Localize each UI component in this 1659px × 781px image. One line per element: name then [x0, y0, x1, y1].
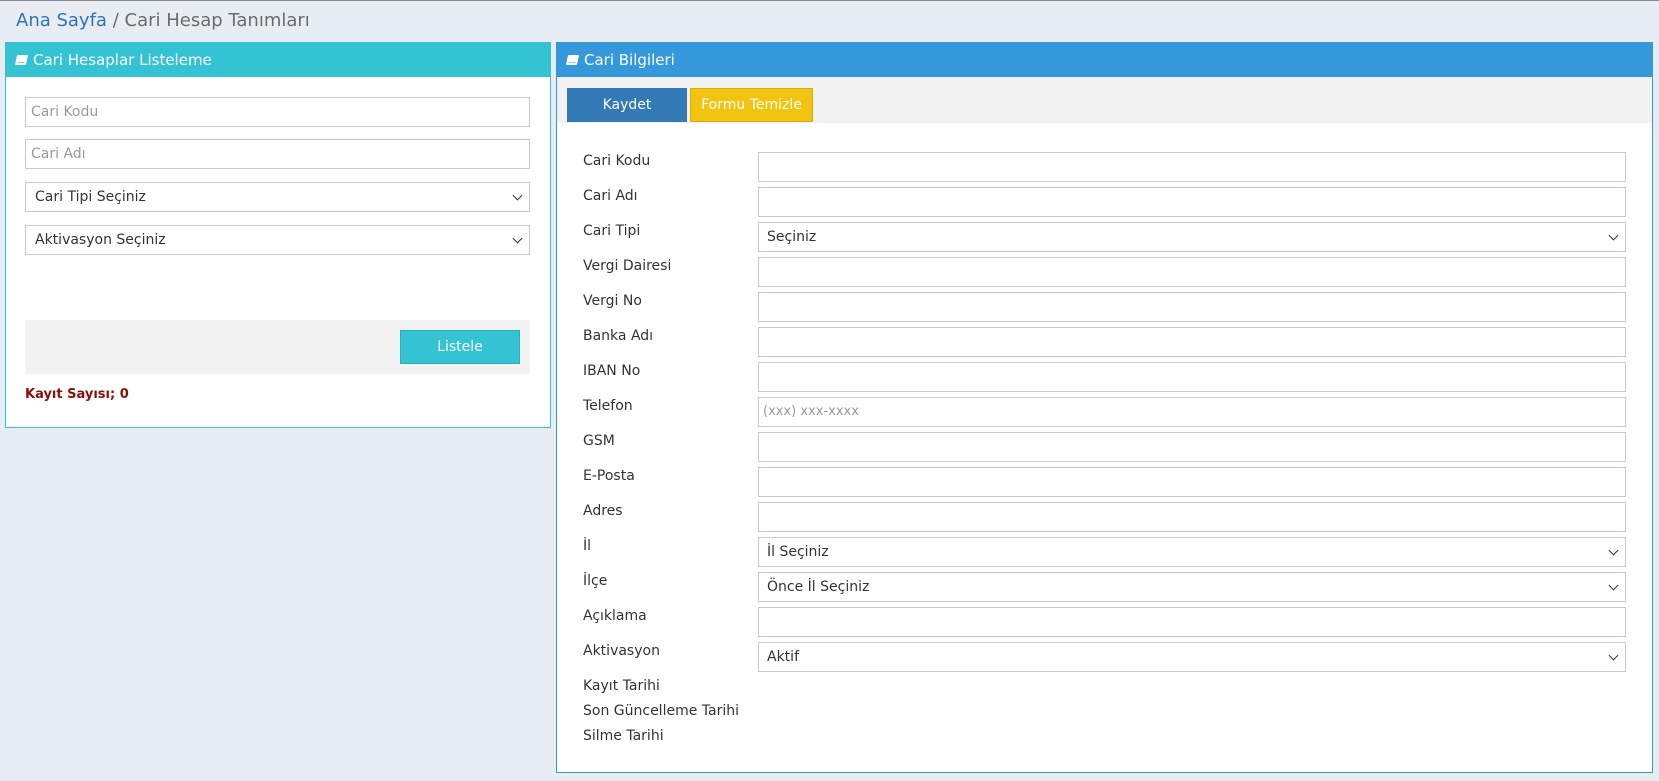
label-son-guncelleme-tarihi: Son Güncelleme Tarihi: [583, 703, 739, 719]
filter-cari-tipi-select[interactable]: Cari Tipi Seçiniz: [25, 182, 530, 212]
ilce-select[interactable]: Önce İl Seçiniz: [758, 572, 1626, 602]
label-ilce: İlçe: [583, 573, 608, 589]
chevron-down-icon: [1608, 545, 1619, 556]
label-cari-adi: Cari Adı: [583, 188, 638, 204]
vergi-dairesi-input[interactable]: [758, 257, 1626, 287]
label-cari-tipi: Cari Tipi: [583, 223, 641, 239]
list-button[interactable]: Listele: [400, 330, 520, 364]
label-vergi-dairesi: Vergi Dairesi: [583, 258, 672, 274]
record-count: Kayıt Sayısı; 0: [25, 387, 129, 402]
label-eposta: E-Posta: [583, 468, 635, 484]
chevron-down-icon: [1608, 580, 1619, 591]
cari-list-panel: Cari Hesaplar Listeleme Cari Kodu Cari A…: [5, 42, 551, 428]
label-kayit-tarihi: Kayıt Tarihi: [583, 678, 660, 694]
label-banka-adi: Banka Adı: [583, 328, 654, 344]
telefon-input[interactable]: (xxx) xxx-xxxx: [758, 397, 1626, 427]
clear-form-button[interactable]: Formu Temizle: [690, 88, 813, 122]
save-button[interactable]: Kaydet: [567, 88, 687, 122]
cari-list-panel-title: Cari Hesaplar Listeleme: [33, 51, 212, 69]
banka-adi-input[interactable]: [758, 327, 1626, 357]
aktivasyon-select[interactable]: Aktif: [758, 642, 1626, 672]
label-gsm: GSM: [583, 433, 615, 449]
aciklama-input[interactable]: [758, 607, 1626, 637]
cari-kodu-input[interactable]: [758, 152, 1626, 182]
label-telefon: Telefon: [583, 398, 633, 414]
filter-cari-kodu-input[interactable]: Cari Kodu: [25, 97, 530, 127]
il-select[interactable]: İl Seçiniz: [758, 537, 1626, 567]
chevron-down-icon: [512, 233, 523, 244]
ilce-value: Önce İl Seçiniz: [767, 579, 870, 595]
cari-tipi-select[interactable]: Seçiniz: [758, 222, 1626, 252]
adres-input[interactable]: [758, 502, 1626, 532]
breadcrumb: Ana Sayfa / Cari Hesap Tanımları: [16, 10, 310, 31]
label-vergi-no: Vergi No: [583, 293, 642, 309]
list-action-bar: Listele: [25, 320, 530, 374]
filter-cari-tipi-value: Cari Tipi Seçiniz: [35, 189, 146, 205]
filter-cari-adi-input[interactable]: Cari Adı: [25, 139, 530, 169]
label-silme-tarihi: Silme Tarihi: [583, 728, 664, 744]
cari-adi-input[interactable]: [758, 187, 1626, 217]
gsm-input[interactable]: [758, 432, 1626, 462]
eposta-input[interactable]: [758, 467, 1626, 497]
filter-aktivasyon-value: Aktivasyon Seçiniz: [35, 232, 166, 248]
cari-info-panel-title: Cari Bilgileri: [584, 51, 675, 69]
filter-aktivasyon-select[interactable]: Aktivasyon Seçiniz: [25, 225, 530, 255]
form-toolbar: Kaydet Formu Temizle: [557, 77, 1652, 123]
iban-no-input[interactable]: [758, 362, 1626, 392]
label-aciklama: Açıklama: [583, 608, 647, 624]
cari-tipi-value: Seçiniz: [767, 229, 817, 245]
label-iban-no: IBAN No: [583, 363, 641, 379]
book-icon: [14, 55, 29, 65]
vergi-no-input[interactable]: [758, 292, 1626, 322]
book-icon: [565, 55, 580, 65]
breadcrumb-separator: /: [112, 10, 119, 31]
breadcrumb-home-link[interactable]: Ana Sayfa: [16, 10, 107, 31]
cari-info-panel-header: Cari Bilgileri: [557, 43, 1652, 77]
cari-info-panel: Cari Bilgileri Kaydet Formu Temizle Cari…: [556, 42, 1653, 773]
il-value: İl Seçiniz: [767, 544, 829, 560]
chevron-down-icon: [1608, 230, 1619, 241]
label-adres: Adres: [583, 503, 623, 519]
top-border: [0, 0, 1659, 1]
chevron-down-icon: [1608, 650, 1619, 661]
label-aktivasyon: Aktivasyon: [583, 643, 660, 659]
label-cari-kodu: Cari Kodu: [583, 153, 651, 169]
cari-list-panel-header: Cari Hesaplar Listeleme: [6, 43, 550, 77]
aktivasyon-value: Aktif: [767, 649, 799, 665]
label-il: İl: [583, 538, 592, 554]
chevron-down-icon: [512, 190, 523, 201]
breadcrumb-current: Cari Hesap Tanımları: [124, 10, 310, 31]
